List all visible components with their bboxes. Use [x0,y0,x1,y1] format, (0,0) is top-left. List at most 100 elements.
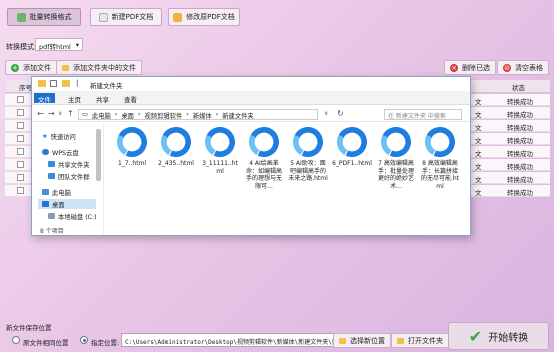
edge-html-icon [381,127,411,157]
nav-shared-folder[interactable]: 共享文件夹 [48,159,89,169]
tab-batch-convert[interactable]: 批量转换格式 [7,8,81,26]
item-count: 8 个项目 [40,228,64,235]
back-icon[interactable]: ← [37,109,44,118]
save-location-label: 新文件保存位置 [6,324,52,332]
radio-same-location[interactable] [12,336,20,344]
file-item[interactable]: 4 AI绘画革命：如编辑高手的理想与无限可... [244,127,284,190]
same-location-label: 原文件相同位置 [23,339,69,347]
breadcrumb-folder[interactable]: 新建文件夹 [222,111,253,119]
file-name: 7 高效编辑高手：批量处理更好的绝妙艺术... [377,160,414,190]
nav-disk-c-label: 本地磁盘 (C:) [58,213,97,221]
nav-quick-access[interactable]: ★ 快速访问 [42,131,76,141]
tab-edit-pdf[interactable]: 修改原PDF文档 [168,8,240,26]
row-checkbox[interactable] [17,109,24,116]
disk-icon [48,213,55,219]
ribbon-tab-file[interactable]: 文件 [34,93,55,104]
row-status: 转换成功 [507,150,533,158]
folder-open-icon [397,337,404,344]
search-input[interactable]: 在 新建文件夹 中搜索 [384,109,462,120]
nav-this-pc[interactable]: 此电脑 [42,187,71,197]
row-checkbox[interactable] [17,135,24,142]
tab-new-pdf[interactable]: 新建PDF文档 [90,8,162,26]
file-item[interactable]: 5 AI助攻：面吧编辑高手的未来之路.html [288,127,328,183]
folder-icon [62,64,69,71]
custom-location-label: 指定位置: [91,339,120,347]
save-path-input[interactable]: C:\Users\Administrator\Desktop\视频剪辑软件\新媒… [121,333,358,347]
star-icon: ★ [42,132,48,140]
choose-location-label: 选择新位置 [350,336,385,345]
up-icon[interactable]: ↑ [67,109,74,118]
radio-custom-location[interactable] [80,336,88,344]
delete-selected-button[interactable]: × 删除已选 [444,60,496,75]
row-checkbox[interactable] [17,148,24,155]
file-item[interactable]: 2_435..html [156,127,196,168]
nav-disk-c[interactable]: 本地磁盘 (C:) [48,211,97,221]
file-item[interactable]: 1_7..html [112,127,152,168]
clear-icon: ⊘ [503,63,511,72]
address-row: ← → ∨ ↑ ▭ 此电脑 › 桌面 › 视频剪辑软件 › 新媒体 › 新建文件夹 ∨ … [32,106,470,122]
row-type: 文 [475,111,482,119]
file-explorer-window[interactable]: | 新建文件夹 文件 主页 共享 查看 ← → ∨ ↑ ▭ 此电脑 › 桌面 › 视… [31,76,471,236]
breadcrumb-desktop[interactable]: 桌面 [121,111,134,119]
file-item[interactable]: 8 高效编辑高手：长篇拼接的无尽可能.html [420,127,460,190]
file-name: 6_PDF1..html [332,160,372,167]
shared-folder-icon [48,161,55,167]
delete-selected-label: 删除已选 [462,63,490,72]
row-status: 转换成功 [507,176,533,184]
refresh-icon[interactable]: ↻ [337,109,344,118]
navigation-pane: ★ 快速访问 WPS云盘 共享文件夹 团队文件群 此电脑 桌面 本地磁盘 (C:… [32,123,104,235]
ribbon-tab-view[interactable]: 查看 [120,93,141,104]
tab-edit-pdf-label: 修改原PDF文档 [186,13,235,21]
convert-icon [16,12,26,22]
add-file-button[interactable]: + 添加文件 [5,60,57,75]
nav-team-folder[interactable]: 团队文件群 [48,171,89,181]
row-status: 转换成功 [507,98,533,106]
chevron-down-icon[interactable]: ∨ [58,110,62,117]
folder-icon [339,337,346,344]
file-item[interactable]: 7 高效编辑高手：批量处理更好的绝妙艺术... [376,127,416,190]
edit-icon [173,12,183,22]
nav-shared-folder-label: 共享文件夹 [58,161,90,169]
breadcrumb-media[interactable]: 新媒体 [193,111,212,119]
row-type: 文 [475,163,482,171]
address-bar[interactable]: ▭ 此电脑 › 桌面 › 视频剪辑软件 › 新媒体 › 新建文件夹 [78,109,318,120]
nav-wps-cloud[interactable]: WPS云盘 [42,147,79,157]
edge-html-icon [117,127,147,157]
breadcrumb-video[interactable]: 视频剪辑软件 [145,111,183,119]
folder-icon [38,80,46,87]
choose-location-button[interactable]: 选择新位置 [333,333,391,348]
ribbon-tab-home[interactable]: 主页 [64,93,85,104]
edge-html-icon [161,127,191,157]
checkbox-icon [50,80,57,87]
nav-desktop[interactable]: 桌面 [38,199,96,209]
clear-list-button[interactable]: ⊘ 清空表格 [497,60,549,75]
breadcrumb-pc[interactable]: 此电脑 [92,111,111,119]
ribbon-tab-share[interactable]: 共享 [92,93,113,104]
close-icon: × [450,63,458,72]
edge-html-icon [205,127,235,157]
add-folder-button[interactable]: 添加文件夹中的文件 [56,60,142,75]
row-checkbox[interactable] [17,161,24,168]
start-convert-button[interactable]: ✔ 开始转换 [448,322,549,350]
nav-scrollbar[interactable] [96,129,101,181]
row-checkbox[interactable] [17,96,24,103]
open-folder-button[interactable]: 打开文件夹 [391,333,449,348]
row-type: 文 [475,150,482,158]
file-name: 2_435..html [158,160,194,167]
file-item[interactable]: 3_11111..html [200,127,240,175]
team-icon [48,173,55,179]
file-name: 4 AI绘画革命：如编辑高手的理想与无限可... [245,160,282,190]
document-icon [98,12,108,22]
mode-select[interactable]: pdf转html ▾ [35,38,83,51]
mode-select-value: pdf转html [39,43,71,51]
row-checkbox[interactable] [17,122,24,129]
forward-icon[interactable]: → [48,109,55,118]
chevron-down-icon[interactable]: ∨ [324,110,328,117]
chevron-down-icon: ▾ [75,41,79,49]
check-icon: ✔ [468,326,483,346]
row-checkbox[interactable] [17,174,24,181]
folder-icon [62,80,70,87]
file-item[interactable]: 6_PDF1..html [332,127,372,168]
row-type: 文 [475,137,482,145]
row-checkbox[interactable] [17,187,24,194]
